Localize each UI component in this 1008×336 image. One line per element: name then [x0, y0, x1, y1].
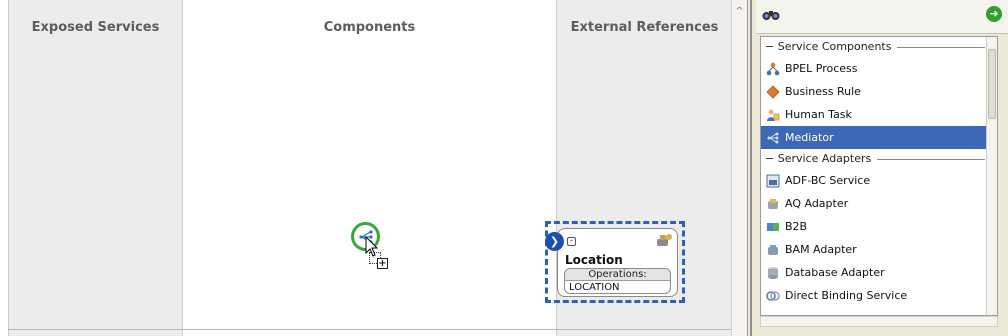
- database-adapter-icon: [765, 265, 781, 281]
- components-header: Components: [323, 20, 416, 35]
- palette-toolbar: ➜: [756, 0, 1008, 34]
- binoculars-search-icon[interactable]: [762, 7, 780, 21]
- palette-item-label: Database Adapter: [785, 266, 885, 279]
- bpel-process-icon: [765, 61, 781, 77]
- components-lane[interactable]: Components: [183, 0, 556, 336]
- palette-item-label: Human Task: [785, 108, 852, 121]
- palette-item-database-adapter[interactable]: Database Adapter: [761, 261, 997, 284]
- exposed-services-header: Exposed Services: [31, 20, 160, 35]
- palette-item-label: BPEL Process: [785, 62, 858, 75]
- palette-item-label: BAM Adapter: [785, 243, 857, 256]
- external-references-header: External References: [570, 20, 719, 35]
- palette-item-label: B2B: [785, 220, 808, 233]
- reference-chevron-icon[interactable]: ❯: [545, 232, 564, 251]
- b2b-icon: [765, 219, 781, 235]
- section-service-components[interactable]: − Service Components: [761, 37, 997, 57]
- palette-item-business-rule[interactable]: Business Rule: [761, 80, 997, 103]
- section-title-text: Service Adapters: [777, 152, 872, 165]
- palette-item-adf-bc-service[interactable]: ADF-BC Service: [761, 169, 997, 192]
- palette-item-b2b[interactable]: B2B: [761, 215, 997, 238]
- section-service-adapters[interactable]: − Service Adapters: [761, 149, 997, 169]
- go-arrow-icon[interactable]: ➜: [986, 6, 1002, 22]
- section-title: − Service Adapters: [765, 152, 878, 165]
- drop-add-icon: +: [377, 258, 388, 269]
- palette-item-label: Direct Binding Service: [785, 289, 908, 302]
- business-rule-icon: [765, 84, 781, 100]
- composite-editor-canvas[interactable]: Exposed Services Components External Ref…: [0, 0, 748, 336]
- direct-binding-service-icon: [765, 288, 781, 304]
- section-title-text: Service Components: [777, 40, 892, 53]
- adapter-reference-icon: [657, 234, 672, 246]
- location-reference[interactable]: - Location Operations: LOCATION: [557, 228, 678, 297]
- palette-item-label: Business Rule: [785, 85, 861, 98]
- scroll-up-arrow-icon[interactable]: ^: [734, 6, 745, 17]
- human-task-icon: [765, 107, 781, 123]
- reference-name: Location: [565, 253, 623, 267]
- palette-item-human-task[interactable]: Human Task: [761, 103, 997, 126]
- operation-item[interactable]: LOCATION: [565, 281, 670, 293]
- section-title: − Service Components: [765, 40, 898, 53]
- palette-item-mediator[interactable]: Mediator: [761, 126, 997, 149]
- palette-horizontal-scrollbar[interactable]: [760, 316, 998, 327]
- bam-adapter-icon: [765, 242, 781, 258]
- palette-item-label: AQ Adapter: [785, 197, 849, 210]
- palette-list[interactable]: − Service Components BPEL Process Busine…: [760, 36, 998, 316]
- operations-header: Operations:: [565, 269, 670, 281]
- palette-item-label: Mediator: [785, 131, 834, 144]
- canvas-vertical-scrollbar[interactable]: ^: [731, 0, 747, 336]
- palette-item-label: ADF-BC Service: [785, 174, 871, 187]
- exposed-services-lane[interactable]: Exposed Services: [8, 0, 183, 336]
- palette-item-bpel-process[interactable]: BPEL Process: [761, 57, 997, 80]
- collapse-icon[interactable]: -: [567, 237, 576, 246]
- component-palette: ➜ − Service Components BPEL Process Busi…: [750, 0, 1008, 336]
- palette-item-direct-binding-service[interactable]: Direct Binding Service: [761, 284, 997, 307]
- mouse-pointer-icon: [365, 236, 379, 257]
- mediator-icon: [765, 130, 781, 146]
- operations-panel: Operations: LOCATION: [564, 268, 671, 294]
- palette-item-aq-adapter[interactable]: AQ Adapter: [761, 192, 997, 215]
- palette-scroll-thumb[interactable]: [988, 49, 996, 119]
- palette-vertical-scrollbar[interactable]: [986, 37, 997, 315]
- canvas-bottom-border: [8, 329, 731, 330]
- palette-item-bam-adapter[interactable]: BAM Adapter: [761, 238, 997, 261]
- adf-bc-service-icon: [765, 173, 781, 189]
- aq-adapter-icon: [765, 196, 781, 212]
